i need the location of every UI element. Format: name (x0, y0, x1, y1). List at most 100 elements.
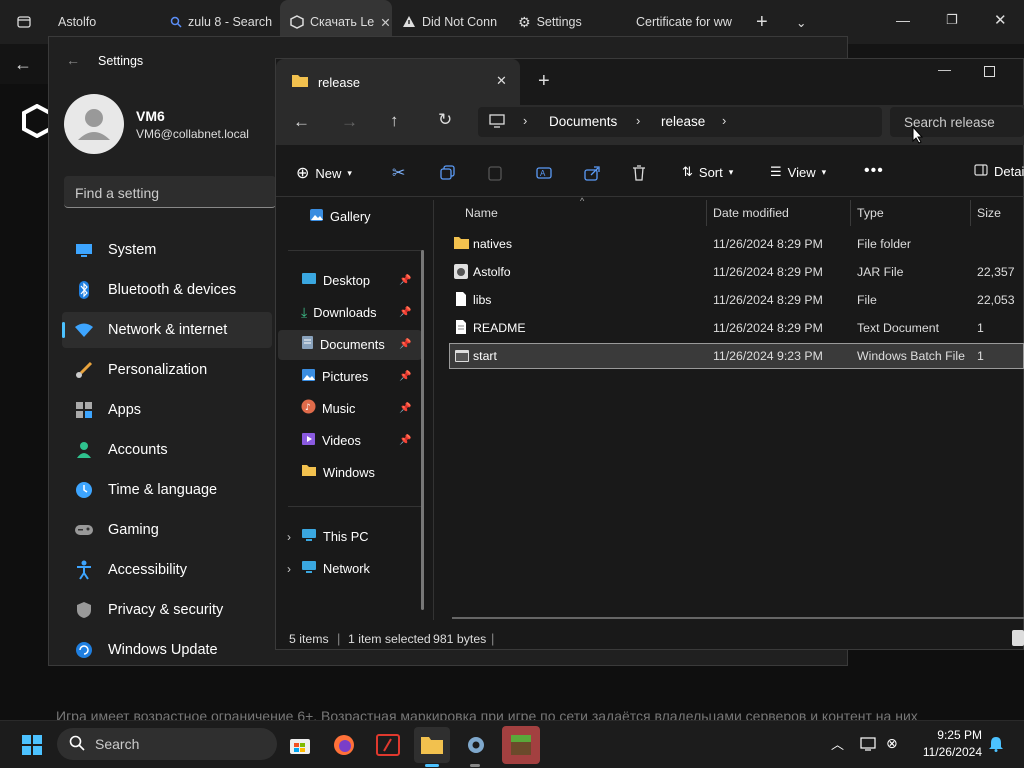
table-row[interactable]: Astolfo 11/26/2024 8:29 PM JAR File 22,3… (449, 259, 1024, 285)
sidebar-item-music[interactable]: ♪ Music (301, 394, 355, 422)
copy-icon[interactable] (440, 165, 455, 180)
nav-apps[interactable]: Apps (62, 392, 272, 428)
network-offline-icon[interactable]: ⊗ (886, 735, 898, 752)
details-button[interactable]: Details (974, 164, 1024, 179)
avatar[interactable] (64, 94, 124, 154)
sidebar-scrollbar[interactable] (421, 250, 424, 610)
pin-icon[interactable]: 📌 (399, 371, 411, 382)
sidebar-item-windows[interactable]: Windows (301, 458, 375, 486)
close-tab-icon[interactable]: ✕ (380, 15, 390, 30)
sidebar-item-pictures[interactable]: Pictures (301, 362, 368, 390)
nav-bluetooth[interactable]: Bluetooth & devices (62, 272, 272, 308)
column-divider[interactable] (850, 200, 851, 226)
sidebar-item-gallery[interactable]: Gallery (309, 202, 371, 230)
search-release-input[interactable]: Search release (890, 107, 1024, 137)
table-row-selected[interactable]: start 11/26/2024 9:23 PM Windows Batch F… (449, 343, 1024, 369)
sidebar-item-network[interactable]: Network (301, 554, 370, 582)
folder-icon (291, 73, 309, 91)
table-row[interactable]: natives 11/26/2024 8:29 PM File folder (449, 231, 1024, 257)
back-icon[interactable]: ← (66, 52, 80, 68)
sort-button[interactable]: ⇅ Sort ▾ (682, 164, 733, 180)
chevron-up-icon[interactable]: ︿ (831, 734, 844, 753)
pin-icon[interactable]: 📌 (399, 275, 411, 286)
chevron-right-icon[interactable]: › (287, 562, 291, 576)
nav-privacy-security[interactable]: Privacy & security (62, 592, 272, 628)
file-size: 1 (977, 321, 984, 335)
up-icon[interactable]: ↑ (390, 111, 399, 131)
taskbar-search[interactable]: Search (57, 728, 277, 760)
column-header-size[interactable]: Size (977, 206, 1001, 220)
view-button[interactable]: ☰ View ▾ (770, 164, 826, 180)
clock-date[interactable]: 11/26/2024 (912, 745, 982, 759)
details-view-icon[interactable] (1012, 630, 1024, 646)
column-header-type[interactable]: Type (857, 206, 884, 220)
sidebar-item-documents[interactable]: Documents (301, 330, 385, 358)
nav-network[interactable]: Network & internet (62, 312, 272, 348)
file-explorer-taskbar-icon[interactable] (414, 727, 450, 763)
pin-icon[interactable]: 📌 (399, 307, 411, 318)
sidebar-item-videos[interactable]: Videos (301, 426, 361, 454)
new-button[interactable]: ⊕ New ▾ (296, 163, 352, 183)
refresh-icon[interactable]: ↻ (438, 110, 452, 130)
column-divider[interactable] (706, 200, 707, 226)
notification-bell-icon[interactable] (989, 736, 1003, 755)
pin-icon[interactable]: 📌 (399, 435, 411, 446)
back-icon[interactable]: ← (293, 112, 310, 132)
nav-system[interactable]: System (62, 232, 272, 268)
flashcard-app-icon[interactable] (370, 727, 406, 763)
new-tab-icon[interactable]: + (538, 70, 550, 93)
nav-personalization[interactable]: Personalization (62, 352, 272, 388)
close-tab-icon[interactable]: ✕ (496, 73, 507, 89)
nav-accessibility[interactable]: Accessibility (62, 552, 272, 588)
share-icon[interactable] (584, 165, 600, 181)
view-label: View (787, 164, 816, 180)
store-icon[interactable] (282, 727, 318, 763)
status-size: 981 bytes (433, 632, 487, 646)
more-options-icon[interactable]: ••• (864, 162, 884, 180)
back-icon[interactable]: ← (14, 54, 32, 75)
start-icon[interactable] (14, 727, 50, 763)
delete-icon[interactable] (632, 165, 646, 181)
pin-icon[interactable]: 📌 (399, 403, 411, 414)
sidebar-item-downloads[interactable]: ⤓ Downloads (301, 298, 377, 326)
chevron-right-icon[interactable]: › (287, 530, 291, 544)
horizontal-scrollbar[interactable] (452, 617, 1024, 619)
close-icon[interactable]: ✕ (994, 11, 1007, 29)
nav-label: Personalization (108, 362, 208, 378)
chevron-right-icon: › (722, 113, 727, 128)
tab-actions-icon[interactable] (0, 0, 48, 44)
firefox-icon[interactable] (326, 727, 362, 763)
nav-gaming[interactable]: Gaming (62, 512, 272, 548)
settings-title: Settings (98, 54, 144, 68)
table-row[interactable]: libs 11/26/2024 8:29 PM File 22,053 (449, 287, 1024, 313)
breadcrumb-item[interactable]: Documents (549, 114, 617, 129)
clock-time[interactable]: 9:25 PM (912, 728, 982, 742)
column-header-name[interactable]: Name (465, 206, 498, 220)
display-icon[interactable] (860, 737, 876, 754)
nav-accounts[interactable]: Accounts (62, 432, 272, 468)
explorer-tab-active[interactable] (276, 59, 520, 105)
minimize-icon[interactable]: — (938, 62, 951, 77)
paste-icon[interactable] (488, 165, 502, 181)
nav-windows-update[interactable]: Windows Update (62, 632, 272, 668)
pin-icon[interactable]: 📌 (399, 339, 411, 350)
table-row[interactable]: README 11/26/2024 8:29 PM Text Document … (449, 315, 1024, 341)
column-divider[interactable] (970, 200, 971, 226)
rename-icon[interactable]: A (536, 165, 552, 181)
sidebar-item-desktop[interactable]: Desktop (301, 266, 370, 294)
status-selected: 1 item selected (348, 632, 431, 646)
find-setting-input[interactable]: Find a setting (64, 176, 276, 208)
settings-gear-icon[interactable] (458, 727, 494, 763)
minimize-icon[interactable]: — (896, 12, 910, 28)
file-name: Astolfo (473, 265, 511, 279)
breadcrumb-item[interactable]: release (661, 114, 705, 129)
forward-icon[interactable]: → (341, 112, 358, 132)
restore-icon[interactable]: ❐ (946, 12, 958, 28)
cut-icon[interactable]: ✂ (392, 163, 405, 183)
minecraft-icon[interactable] (502, 726, 540, 764)
nav-time-language[interactable]: Time & language (62, 472, 272, 508)
running-app-indicator (470, 764, 480, 767)
maximize-icon[interactable] (984, 66, 995, 77)
column-header-date[interactable]: Date modified (713, 206, 789, 220)
sidebar-item-this-pc[interactable]: This PC (301, 522, 369, 550)
